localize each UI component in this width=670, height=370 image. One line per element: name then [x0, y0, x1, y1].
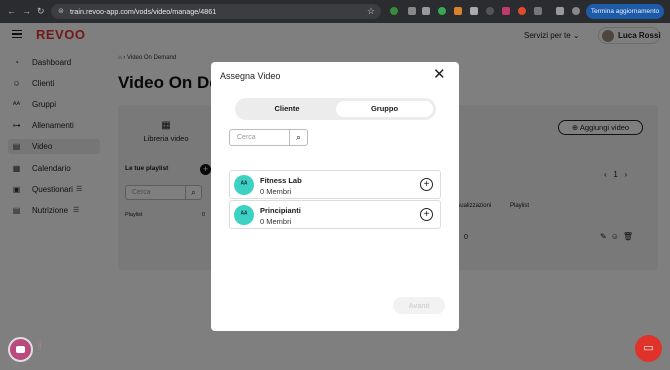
- site-info-icon[interactable]: ⊜: [58, 7, 64, 15]
- tab-gruppo[interactable]: Gruppo: [336, 101, 433, 117]
- next-button[interactable]: Avanti: [393, 297, 445, 314]
- group-search-input[interactable]: Cerca ⌕: [229, 129, 308, 146]
- add-group-button[interactable]: +: [420, 208, 433, 221]
- assign-video-modal: Assegna Video ✕ Cliente Gruppo Cerca ⌕ ᴬ…: [211, 62, 459, 331]
- group-avatar-icon: ᴬᴬ: [234, 205, 254, 225]
- extension-icon[interactable]: [438, 7, 446, 15]
- extension-icon[interactable]: [534, 7, 542, 15]
- tab-cliente[interactable]: Cliente: [238, 101, 336, 117]
- chat-widget-button[interactable]: [8, 337, 33, 362]
- support-chat-button[interactable]: ▭: [635, 335, 662, 362]
- group-name: Fitness Lab: [260, 176, 302, 185]
- group-avatar-icon: ᴬᴬ: [234, 175, 254, 195]
- list-item: ᴬᴬ Principianti 0 Membri +: [229, 200, 441, 229]
- address-bar[interactable]: ⊜ train.revoo-app.com/vods/video/manage/…: [51, 4, 381, 19]
- extension-icon[interactable]: [486, 7, 494, 15]
- search-placeholder: Cerca: [237, 134, 256, 141]
- drag-handle-icon[interactable]: ⁞⁞ ⁞⁞: [38, 342, 44, 357]
- modal-title: Assegna Video: [220, 71, 281, 81]
- extension-icon[interactable]: [470, 7, 478, 15]
- browser-toolbar: ← → ↻ ⊜ train.revoo-app.com/vods/video/m…: [0, 0, 670, 23]
- url-text: train.revoo-app.com/vods/video/manage/48…: [70, 7, 217, 16]
- extension-icon[interactable]: [422, 7, 430, 15]
- assign-target-toggle: Cliente Gruppo: [235, 98, 436, 120]
- chat-bubble-icon: [16, 346, 25, 353]
- close-icon[interactable]: ✕: [433, 67, 446, 83]
- message-icon: ▭: [643, 342, 654, 354]
- group-name: Principianti: [260, 206, 301, 215]
- bookmark-star-icon[interactable]: ☆: [367, 6, 375, 17]
- group-members: 0 Membri: [260, 187, 292, 196]
- extension-icon[interactable]: [454, 7, 462, 15]
- update-button[interactable]: Termina aggiornamento: [586, 4, 664, 19]
- extensions-puzzle-icon[interactable]: [556, 7, 564, 15]
- extension-icon[interactable]: [518, 7, 526, 15]
- extension-icon[interactable]: [408, 7, 416, 15]
- list-item: ᴬᴬ Fitness Lab 0 Membri +: [229, 170, 441, 199]
- reload-icon[interactable]: ↻: [37, 6, 45, 16]
- profile-icon[interactable]: [572, 7, 580, 15]
- search-icon[interactable]: ⌕: [289, 130, 307, 145]
- add-group-button[interactable]: +: [420, 178, 433, 191]
- extension-icon[interactable]: [502, 7, 510, 15]
- forward-icon[interactable]: →: [22, 6, 31, 16]
- group-members: 0 Membri: [260, 217, 292, 226]
- back-icon[interactable]: ←: [7, 6, 16, 16]
- extension-icon[interactable]: [390, 7, 398, 15]
